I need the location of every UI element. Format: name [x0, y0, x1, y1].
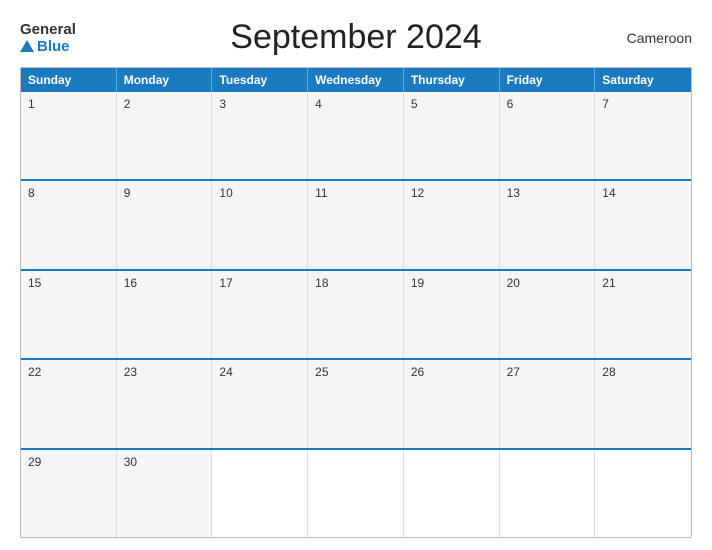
calendar-cell: 8 — [21, 181, 117, 268]
calendar-cell: 12 — [404, 181, 500, 268]
calendar-cell: 21 — [595, 271, 691, 358]
calendar-title: September 2024 — [110, 18, 602, 57]
day-number: 26 — [411, 365, 492, 379]
day-number: 2 — [124, 97, 205, 111]
calendar: Sunday Monday Tuesday Wednesday Thursday… — [20, 67, 692, 538]
calendar-cell: 25 — [308, 360, 404, 447]
logo-blue-text: Blue — [20, 38, 70, 55]
day-number: 17 — [219, 276, 300, 290]
day-number: 18 — [315, 276, 396, 290]
calendar-cell: 19 — [404, 271, 500, 358]
day-number: 14 — [602, 186, 684, 200]
calendar-cell: 18 — [308, 271, 404, 358]
calendar-cell: 7 — [595, 92, 691, 179]
day-number: 9 — [124, 186, 205, 200]
day-number: 3 — [219, 97, 300, 111]
day-number: 1 — [28, 97, 109, 111]
day-number: 12 — [411, 186, 492, 200]
day-number: 27 — [507, 365, 588, 379]
day-number: 24 — [219, 365, 300, 379]
logo-general-text: General — [20, 21, 76, 38]
calendar-cell: 14 — [595, 181, 691, 268]
day-number: 25 — [315, 365, 396, 379]
day-number: 29 — [28, 455, 109, 469]
logo-triangle-icon — [20, 40, 34, 52]
calendar-cell: 17 — [212, 271, 308, 358]
day-number: 28 — [602, 365, 684, 379]
calendar-cell: 4 — [308, 92, 404, 179]
calendar-cell: 30 — [117, 450, 213, 537]
calendar-body: 1234567891011121314151617181920212223242… — [21, 92, 691, 537]
header-friday: Friday — [500, 68, 596, 92]
calendar-cell — [212, 450, 308, 537]
calendar-cell: 5 — [404, 92, 500, 179]
header-thursday: Thursday — [404, 68, 500, 92]
day-number: 23 — [124, 365, 205, 379]
day-number: 16 — [124, 276, 205, 290]
calendar-week-5: 29 30 — [21, 448, 691, 537]
day-number: 8 — [28, 186, 109, 200]
calendar-week-4: 22 23 24 25 26 27 28 — [21, 358, 691, 447]
header-wednesday: Wednesday — [308, 68, 404, 92]
calendar-cell — [595, 450, 691, 537]
calendar-cell: 2 — [117, 92, 213, 179]
day-number: 30 — [124, 455, 205, 469]
header-monday: Monday — [117, 68, 213, 92]
day-number: 22 — [28, 365, 109, 379]
day-number: 4 — [315, 97, 396, 111]
day-number: 21 — [602, 276, 684, 290]
header-tuesday: Tuesday — [212, 68, 308, 92]
calendar-cell: 28 — [595, 360, 691, 447]
calendar-cell: 16 — [117, 271, 213, 358]
header-saturday: Saturday — [595, 68, 691, 92]
calendar-header-row: Sunday Monday Tuesday Wednesday Thursday… — [21, 68, 691, 92]
day-number: 11 — [315, 186, 396, 200]
calendar-cell: 27 — [500, 360, 596, 447]
page: General Blue September 2024 Cameroon Sun… — [0, 0, 712, 550]
calendar-cell: 24 — [212, 360, 308, 447]
calendar-cell: 6 — [500, 92, 596, 179]
day-number: 19 — [411, 276, 492, 290]
day-number: 7 — [602, 97, 684, 111]
calendar-cell — [308, 450, 404, 537]
calendar-cell: 26 — [404, 360, 500, 447]
calendar-week-2: 8 9 10 11 12 13 14 — [21, 179, 691, 268]
calendar-cell: 22 — [21, 360, 117, 447]
header-sunday: Sunday — [21, 68, 117, 92]
day-number: 20 — [507, 276, 588, 290]
day-number: 13 — [507, 186, 588, 200]
calendar-cell: 15 — [21, 271, 117, 358]
calendar-cell: 3 — [212, 92, 308, 179]
calendar-cell: 10 — [212, 181, 308, 268]
country-label: Cameroon — [602, 30, 692, 46]
calendar-cell — [404, 450, 500, 537]
calendar-week-1: 1234567 — [21, 92, 691, 179]
calendar-cell — [500, 450, 596, 537]
logo: General Blue — [20, 21, 110, 55]
calendar-cell: 20 — [500, 271, 596, 358]
calendar-cell: 1 — [21, 92, 117, 179]
calendar-week-3: 15 16 17 18 19 20 21 — [21, 269, 691, 358]
calendar-cell: 29 — [21, 450, 117, 537]
calendar-cell: 13 — [500, 181, 596, 268]
day-number: 10 — [219, 186, 300, 200]
day-number: 6 — [507, 97, 588, 111]
calendar-cell: 11 — [308, 181, 404, 268]
header: General Blue September 2024 Cameroon — [20, 18, 692, 57]
calendar-cell: 23 — [117, 360, 213, 447]
calendar-cell: 9 — [117, 181, 213, 268]
day-number: 15 — [28, 276, 109, 290]
day-number: 5 — [411, 97, 492, 111]
